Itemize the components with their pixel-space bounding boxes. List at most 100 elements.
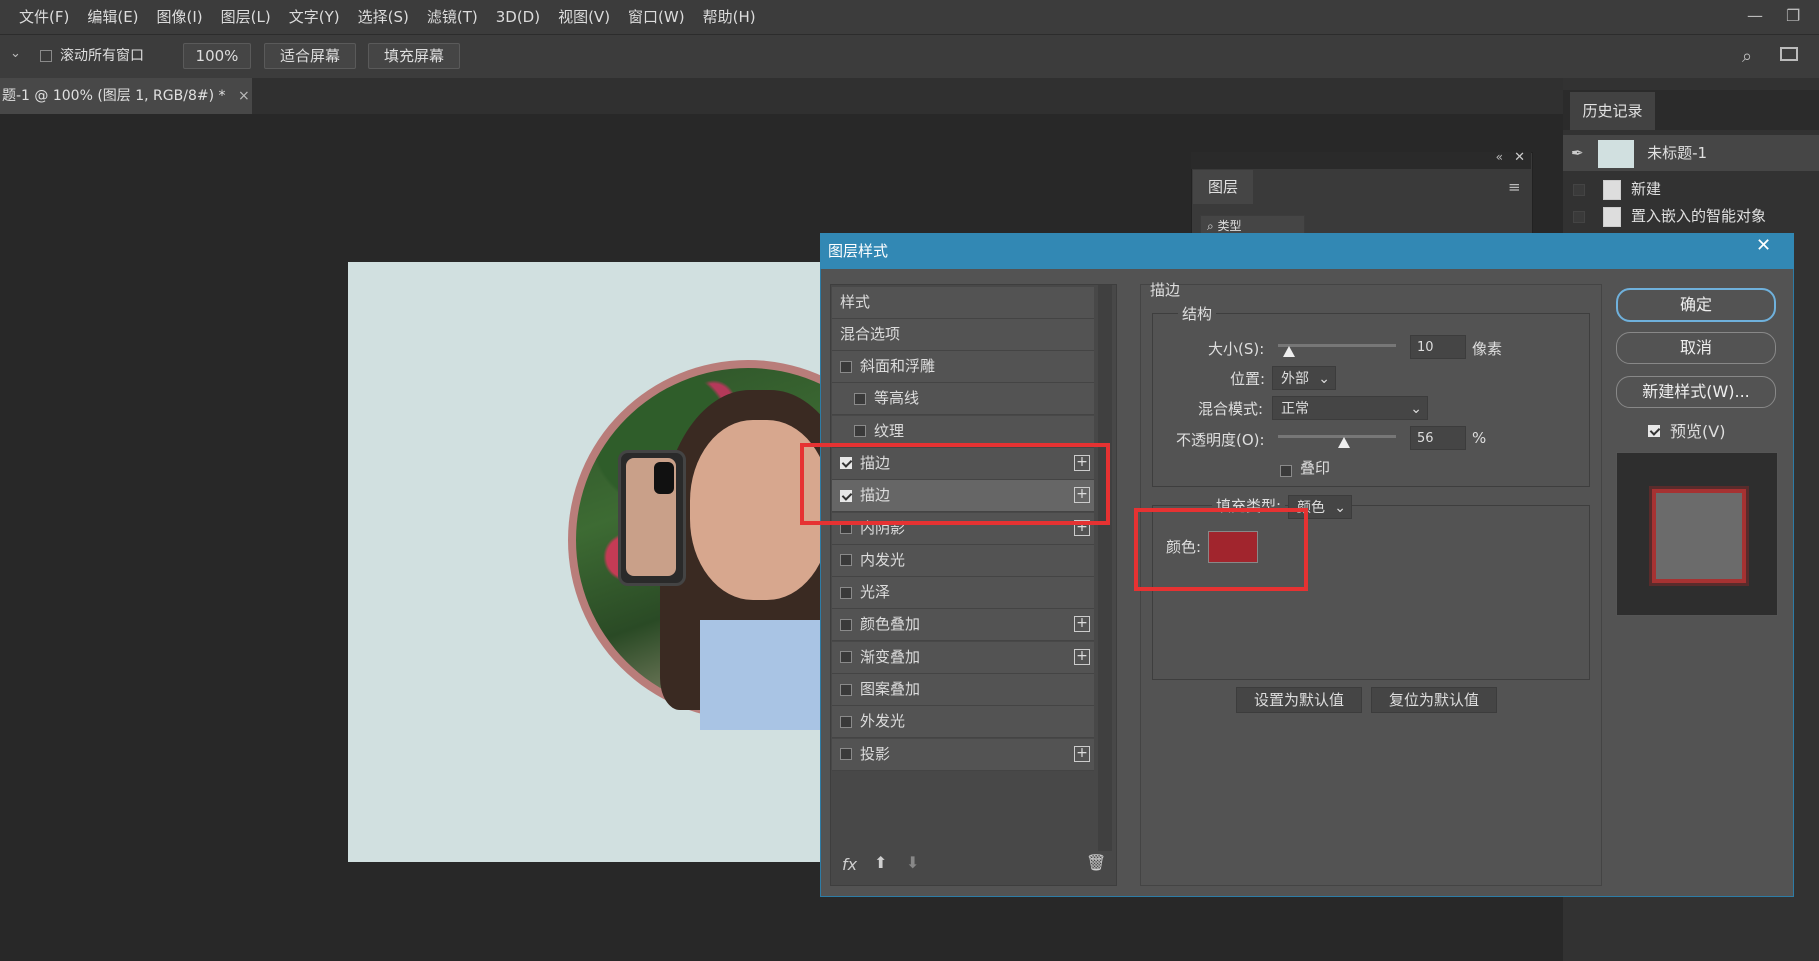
style-checkbox[interactable] <box>840 748 852 761</box>
style-checkbox[interactable] <box>840 715 852 728</box>
menu-item[interactable]: 视图(V) <box>549 0 619 34</box>
menu-item[interactable]: 图层(L) <box>212 0 280 34</box>
history-item-new[interactable]: 新建 <box>1563 174 1819 204</box>
style-item[interactable]: 图案叠加 <box>832 674 1094 706</box>
blend-options-item[interactable]: 混合选项 <box>832 319 1094 351</box>
style-header[interactable]: 样式 <box>832 287 1094 319</box>
scroll-all-windows-checkbox[interactable] <box>40 46 52 64</box>
opacity-slider-track[interactable] <box>1278 435 1396 438</box>
ok-button[interactable]: 确定 <box>1616 288 1776 322</box>
history-item-place-embedded[interactable]: 置入嵌入的智能对象 <box>1563 201 1819 231</box>
opacity-label: 不透明度(O): <box>1176 431 1265 449</box>
style-item[interactable]: 等高线 <box>832 383 1094 416</box>
style-item[interactable]: 外发光 <box>832 706 1094 739</box>
style-item[interactable]: 斜面和浮雕 <box>832 351 1094 383</box>
trash-icon[interactable]: 🗑 <box>1086 853 1106 872</box>
fit-screen-button[interactable]: 适合屏幕 <box>264 43 356 69</box>
move-down-icon[interactable]: ⬇ <box>906 853 919 872</box>
overprint-label: 叠印 <box>1300 459 1331 477</box>
opacity-input[interactable]: 56 <box>1410 426 1466 450</box>
size-input[interactable]: 10 <box>1410 335 1466 359</box>
document-icon <box>1603 206 1621 227</box>
size-label: 大小(S): <box>1208 340 1265 358</box>
position-value: 外部 <box>1281 371 1309 387</box>
style-checkbox[interactable] <box>840 360 852 373</box>
blend-mode-select[interactable]: 正常 ⌄ <box>1272 396 1428 420</box>
style-checkbox[interactable] <box>840 586 852 599</box>
style-item[interactable]: 渐变叠加 + <box>832 641 1094 674</box>
chevron-down-icon: ⌄ <box>1410 401 1422 417</box>
snapshot-thumbnail <box>1598 139 1635 168</box>
history-snapshot[interactable]: ✒ 未标题-1 <box>1563 135 1819 171</box>
restore-icon[interactable]: ❐ <box>1786 6 1800 25</box>
tab-history[interactable]: 历史记录 <box>1570 92 1655 130</box>
style-checkbox[interactable] <box>840 554 852 567</box>
layer-filter-input[interactable]: ⌕ 类型 <box>1200 215 1305 235</box>
move-up-icon[interactable]: ⬆ <box>874 853 887 872</box>
reset-default-button[interactable]: 复位为默认值 <box>1371 687 1497 713</box>
style-list-scrollbar[interactable] <box>1098 285 1112 851</box>
style-item-label: 内发光 <box>860 550 906 569</box>
style-item[interactable]: 光泽 <box>832 577 1094 610</box>
style-item[interactable]: 内发光 <box>832 544 1094 577</box>
style-checkbox[interactable] <box>854 425 866 438</box>
add-style-icon[interactable]: + <box>1074 648 1090 665</box>
style-item[interactable]: 投影 + <box>832 738 1094 771</box>
menu-item[interactable]: 编辑(E) <box>78 0 147 34</box>
blend-options-label: 混合选项 <box>840 325 901 343</box>
tool-preset-chevron-icon[interactable]: ⌄ <box>10 46 21 61</box>
overprint-checkbox[interactable] <box>1280 461 1292 479</box>
position-select[interactable]: 外部 ⌄ <box>1272 366 1336 390</box>
style-item[interactable]: 颜色叠加 + <box>832 609 1094 642</box>
minimize-icon[interactable]: — <box>1747 6 1763 25</box>
menu-item[interactable]: 图像(I) <box>148 0 212 34</box>
menu-items: 文件(F) 编辑(E) 图像(I) 图层(L) 文字(Y) 选择(S) 滤镜(T) 3D(D)… <box>10 0 765 34</box>
document-tab-title: 题-1 @ 100% (图层 1, RGB/8#) * <box>2 88 226 104</box>
menu-item[interactable]: 滤镜(T) <box>418 0 487 34</box>
style-checkbox[interactable] <box>854 392 866 405</box>
layer-filter-label: 类型 <box>1217 219 1242 233</box>
close-tab-icon[interactable]: × <box>238 88 250 104</box>
history-brush-icon: ✒ <box>1571 144 1584 162</box>
menu-item[interactable]: 窗口(W) <box>619 0 694 34</box>
new-style-button[interactable]: 新建样式(W)... <box>1616 376 1776 408</box>
menu-item[interactable]: 文字(Y) <box>280 0 349 34</box>
tab-layers[interactable]: 图层 <box>1193 170 1253 204</box>
dialog-title: 图层样式 <box>828 242 889 260</box>
menu-item[interactable]: 选择(S) <box>349 0 418 34</box>
blend-mode-value: 正常 <box>1281 401 1309 417</box>
panel-menu-icon[interactable]: ≡ <box>1508 178 1521 196</box>
style-checkbox[interactable] <box>840 651 852 664</box>
opacity-slider-thumb[interactable] <box>1338 437 1351 448</box>
style-header-label: 样式 <box>840 293 871 311</box>
dialog-close-icon[interactable]: ✕ <box>1756 235 1771 256</box>
menu-item[interactable]: 帮助(H) <box>694 0 765 34</box>
document-tab[interactable]: 题-1 @ 100% (图层 1, RGB/8#) * × <box>0 78 252 114</box>
opacity-unit: % <box>1472 429 1487 447</box>
size-slider-thumb[interactable] <box>1283 346 1295 357</box>
fill-screen-button[interactable]: 填充屏幕 <box>368 43 460 69</box>
size-slider-track[interactable] <box>1278 344 1396 347</box>
style-checkbox[interactable] <box>840 618 852 631</box>
style-item-label: 光泽 <box>860 583 891 602</box>
add-style-icon[interactable]: + <box>1074 745 1090 762</box>
add-style-icon[interactable]: + <box>1074 616 1090 633</box>
preview-thumbnail <box>1652 489 1746 583</box>
preview-label: 预览(V) <box>1670 422 1726 441</box>
close-panel-icon[interactable]: ✕ <box>1514 150 1525 165</box>
style-item-label: 斜面和浮雕 <box>860 357 936 375</box>
dialog-titlebar: 图层样式 <box>820 233 1794 269</box>
size-unit: 像素 <box>1472 340 1503 358</box>
menu-item[interactable]: 3D(D) <box>487 0 549 34</box>
style-checkbox[interactable] <box>840 683 852 696</box>
workspace-icon[interactable] <box>1780 47 1798 61</box>
zoom-100-button[interactable]: 100% <box>183 43 251 69</box>
collapse-icon[interactable]: « <box>1496 150 1503 164</box>
cancel-button[interactable]: 取消 <box>1616 332 1776 364</box>
menu-item[interactable]: 文件(F) <box>10 0 78 34</box>
search-icon[interactable]: ⌕ <box>1742 46 1752 67</box>
fx-icon[interactable]: fx <box>842 855 857 874</box>
chevron-down-icon: ⌄ <box>1318 371 1330 387</box>
preview-checkbox[interactable] <box>1648 421 1660 439</box>
set-default-button[interactable]: 设置为默认值 <box>1236 687 1362 713</box>
